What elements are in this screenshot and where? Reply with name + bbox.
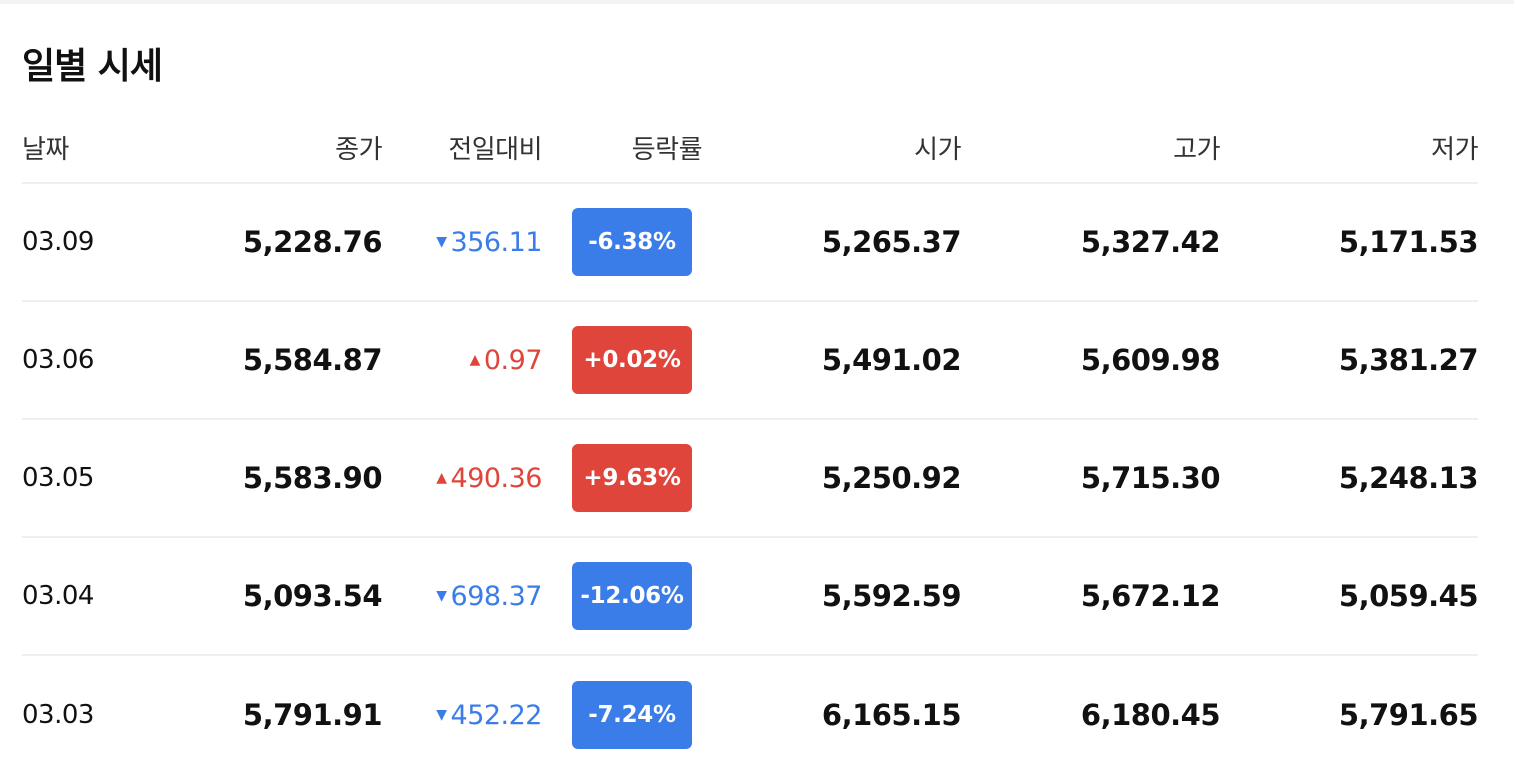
row-low: 5,381.27 <box>1338 343 1479 377</box>
row-date: 03.05 <box>22 463 94 493</box>
header-open: 시가 <box>914 134 961 165</box>
daily-price-table: 날짜 종가 전일대비 등락률 시가 고가 저가 03.09 5,228.76 ▼… <box>22 112 1479 774</box>
row-change: 452.22 <box>450 699 543 731</box>
row-close: 5,791.91 <box>242 698 383 732</box>
row-low: 5,171.53 <box>1338 225 1479 259</box>
table-row: 03.04 5,093.54 ▼ 698.37 -12.06% 5,592.59… <box>22 538 1479 656</box>
row-open: 6,165.15 <box>821 698 962 732</box>
row-low: 5,059.45 <box>1338 579 1479 613</box>
table-row: 03.03 5,791.91 ▼ 452.22 -7.24% 6,165.15 … <box>22 656 1479 774</box>
header-high: 고가 <box>1173 134 1220 165</box>
row-close: 5,584.87 <box>242 343 383 377</box>
row-change: 356.11 <box>450 226 543 258</box>
table-row: 03.05 5,583.90 ▲ 490.36 +9.63% 5,250.92 … <box>22 420 1479 538</box>
row-date: 03.09 <box>22 227 94 257</box>
rate-badge: -12.06% <box>572 562 692 630</box>
table-header-row: 날짜 종가 전일대비 등락률 시가 고가 저가 <box>22 112 1479 184</box>
row-change: 490.36 <box>450 462 543 494</box>
row-date: 03.04 <box>22 581 94 611</box>
row-high: 5,327.42 <box>1080 225 1221 259</box>
row-high: 6,180.45 <box>1080 698 1221 732</box>
header-close: 종가 <box>335 134 382 165</box>
rate-badge: -7.24% <box>572 681 692 749</box>
triangle-up-icon: ▲ <box>436 470 447 486</box>
row-open: 5,250.92 <box>821 461 962 495</box>
row-high: 5,609.98 <box>1080 343 1221 377</box>
row-open: 5,265.37 <box>821 225 962 259</box>
header-change: 전일대비 <box>448 134 542 165</box>
table-row: 03.06 5,584.87 ▲ 0.97 +0.02% 5,491.02 5,… <box>22 302 1479 420</box>
rate-badge: +0.02% <box>572 326 692 394</box>
row-open: 5,491.02 <box>821 343 962 377</box>
row-high: 5,672.12 <box>1080 579 1221 613</box>
triangle-up-icon: ▲ <box>469 352 481 368</box>
row-open: 5,592.59 <box>821 579 962 613</box>
rate-badge: +9.63% <box>572 444 692 512</box>
triangle-down-icon: ▼ <box>436 588 447 604</box>
page-title: 일별 시세 <box>22 46 163 87</box>
row-high: 5,715.30 <box>1080 461 1221 495</box>
table-row: 03.09 5,228.76 ▼ 356.11 -6.38% 5,265.37 … <box>22 184 1479 302</box>
header-low: 저가 <box>1431 134 1478 165</box>
rate-badge: -6.38% <box>572 208 692 276</box>
row-close: 5,093.54 <box>242 579 383 613</box>
row-low: 5,791.65 <box>1338 698 1479 732</box>
row-change: 698.37 <box>450 580 543 612</box>
row-close: 5,583.90 <box>242 461 383 495</box>
top-divider-strip <box>0 0 1514 4</box>
header-date: 날짜 <box>22 134 69 165</box>
triangle-down-icon: ▼ <box>436 707 447 723</box>
triangle-down-icon: ▼ <box>436 234 447 250</box>
row-low: 5,248.13 <box>1338 461 1479 495</box>
row-change: 0.97 <box>483 344 543 376</box>
header-rate: 등락률 <box>631 134 703 165</box>
row-close: 5,228.76 <box>242 225 383 259</box>
row-date: 03.03 <box>22 700 94 730</box>
row-date: 03.06 <box>22 345 94 375</box>
